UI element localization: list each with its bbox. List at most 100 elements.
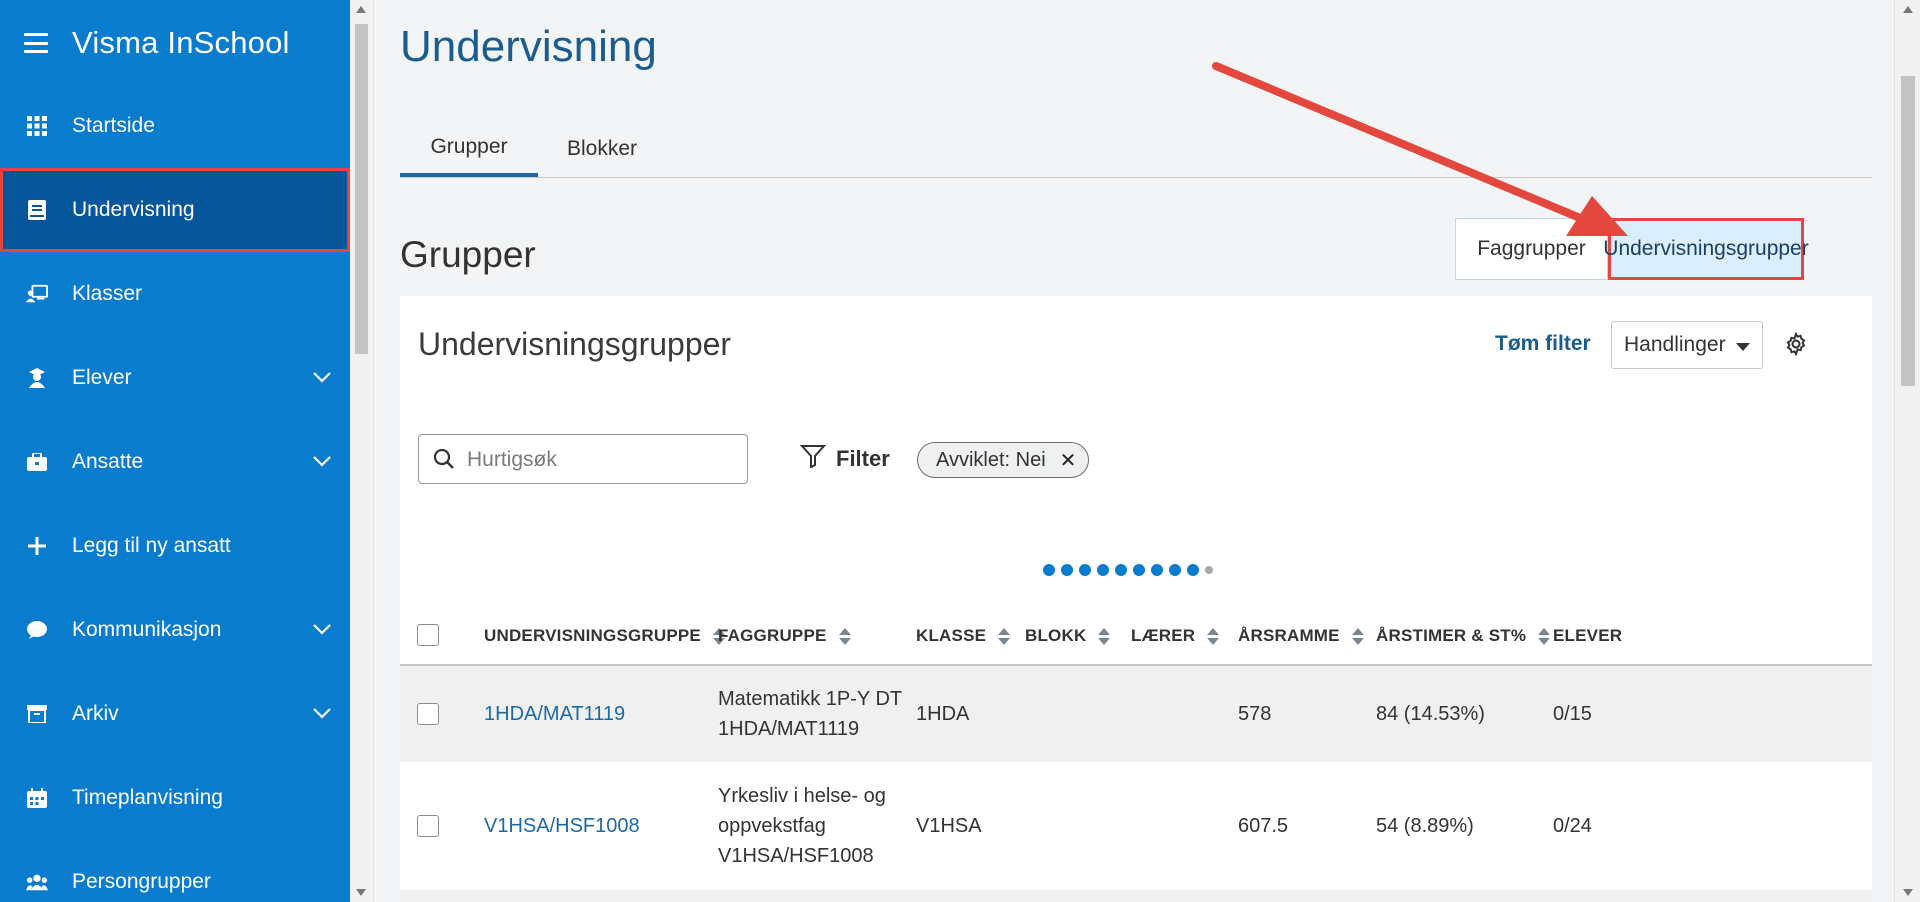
search-input[interactable] [465,445,739,475]
tab-grupper[interactable]: Grupper [400,120,538,177]
class-cell: 1HDA [916,703,970,725]
sidebar-item-arkiv[interactable]: Arkiv [0,672,350,756]
column-header-arsramme[interactable]: ÅRSRAMME [1238,626,1364,646]
sidebar-scrollbar[interactable] [350,0,374,902]
column-header-arstimer[interactable]: ÅRSTIMER & ST% [1376,626,1551,646]
column-header-faggruppe[interactable]: FAGGRUPPE [718,626,851,646]
filter-chip-label: Avviklet: Nei [936,448,1046,471]
sort-icon[interactable] [998,627,1011,645]
select-all-checkbox[interactable] [417,624,439,646]
sidebar-item-label: Undervisning [72,198,195,221]
scroll-up-icon[interactable] [1903,6,1913,13]
main-content: Undervisning Grupper Blokker Grupper Fag… [374,0,1894,902]
filter-button[interactable]: Filter [799,444,890,474]
section-title: Grupper [400,234,536,275]
briefcase-icon [26,451,48,473]
sidebar-item-persongrupper[interactable]: Persongrupper [0,840,350,902]
sidebar-item-label: Kommunikasjon [72,618,222,641]
toggle-undervisningsgrupper-button[interactable]: Undervisningsgrupper [1603,218,1809,280]
sidebar-item-label: Ansatte [72,450,144,473]
group-link[interactable]: V1HSA/HSF1008 [484,811,640,841]
sidebar-item-label: Timeplanvisning [72,786,223,809]
chevron-down-icon[interactable] [312,370,332,388]
chevron-down-icon[interactable] [312,454,332,472]
row-checkbox[interactable] [417,703,439,725]
student-icon [26,367,48,389]
filter-chip[interactable]: Avviklet: Nei ✕ [917,442,1090,478]
scrollbar-thumb[interactable] [355,24,368,354]
sidebar-item-label: Legg til ny ansatt [72,534,231,557]
filter-icon [799,444,827,474]
chevron-down-icon[interactable] [312,622,332,640]
sort-icon[interactable] [1098,627,1111,645]
sidebar-item-undervisning[interactable]: Undervisning [0,168,350,252]
archive-icon [26,703,48,725]
scroll-down-icon[interactable] [356,889,366,896]
hours-cell: 84 (14.53%) [1376,703,1485,725]
groups-card: Undervisningsgrupper Tøm filter Handling… [400,296,1872,902]
page-title: Undervisning [400,22,657,71]
scroll-down-icon[interactable] [1903,889,1913,896]
students-cell: 0/24 [1553,815,1592,837]
column-header-blokk[interactable]: BLOKK [1025,626,1111,646]
app-title: Visma InSchool [72,25,290,60]
sidebar: Visma InSchool Startside Undervisning Kl… [0,0,350,902]
table-row[interactable] [400,890,1872,902]
filter-label: Filter [836,446,890,471]
sidebar-item-startside[interactable]: Startside [0,84,350,168]
scroll-up-icon[interactable] [356,6,366,13]
column-header-undervisningsgruppe[interactable]: UNDERVISNINGSGRUPPE [484,626,725,646]
subject-cell: Matematikk 1P-Y DT 1HDA/MAT1119 [718,688,903,740]
column-header-elever[interactable]: ELEVER [1553,626,1622,646]
sidebar-item-label: Elever [72,366,132,389]
group-link[interactable]: 1HDA/MAT1119 [484,699,625,729]
table-header: UNDERVISNINGSGRUPPE FAGGRUPPE KLASSE BLO… [400,606,1872,666]
year-frame-cell: 607.5 [1238,815,1289,837]
year-frame-cell: 578 [1238,703,1272,725]
subject-cell: Yrkesliv i helse- og oppvekstfag V1HSA/H… [718,785,886,867]
close-icon[interactable]: ✕ [1060,448,1077,473]
hours-cell: 54 (8.89%) [1376,815,1474,837]
plus-icon [26,535,48,557]
tab-blokker[interactable]: Blokker [538,120,666,177]
gear-icon[interactable] [1784,331,1808,361]
column-header-klasse[interactable]: KLASSE [916,626,1011,646]
grid-icon [26,115,48,137]
sidebar-item-ansatte[interactable]: Ansatte [0,420,350,504]
chevron-down-icon[interactable] [312,706,332,724]
loading-indicator [1043,564,1219,576]
scrollbar-thumb[interactable] [1901,76,1915,386]
sort-icon[interactable] [838,627,851,645]
people-icon [26,871,48,893]
caret-down-icon [1736,343,1750,351]
class-cell: V1HSA [916,815,982,837]
sidebar-item-klasser[interactable]: Klasser [0,252,350,336]
sort-icon[interactable] [1351,627,1364,645]
chat-icon [26,619,48,641]
sidebar-item-label: Klasser [72,282,143,305]
calendar-icon [26,787,48,809]
clear-filter-link[interactable]: Tøm filter [1495,332,1591,356]
toggle-faggrupper-button[interactable]: Faggrupper [1455,218,1608,280]
table-row[interactable]: V1HSA/HSF1008 Yrkesliv i helse- og oppve… [400,762,1872,891]
classroom-icon [26,283,48,305]
app-header: Visma InSchool [0,0,350,86]
row-checkbox[interactable] [417,815,439,837]
sidebar-item-label: Arkiv [72,702,119,725]
sidebar-item-timeplanvisning[interactable]: Timeplanvisning [0,756,350,840]
sort-icon[interactable] [1538,627,1551,645]
students-cell: 0/15 [1553,703,1592,725]
menu-icon[interactable] [24,33,48,53]
column-header-laerer[interactable]: LÆRER [1131,626,1220,646]
actions-label: Handlinger [1624,333,1726,356]
page-scrollbar[interactable] [1894,0,1920,902]
sidebar-item-legg-til-ny-ansatt[interactable]: Legg til ny ansatt [0,504,350,588]
sidebar-item-label: Persongrupper [72,870,211,893]
sidebar-item-kommunikasjon[interactable]: Kommunikasjon [0,588,350,672]
quick-search[interactable] [418,434,748,484]
search-icon [433,448,455,475]
table-row[interactable]: 1HDA/MAT1119 Matematikk 1P-Y DT 1HDA/MAT… [400,666,1872,763]
sort-icon[interactable] [1207,627,1220,645]
sidebar-item-elever[interactable]: Elever [0,336,350,420]
actions-dropdown[interactable]: Handlinger [1611,321,1763,369]
